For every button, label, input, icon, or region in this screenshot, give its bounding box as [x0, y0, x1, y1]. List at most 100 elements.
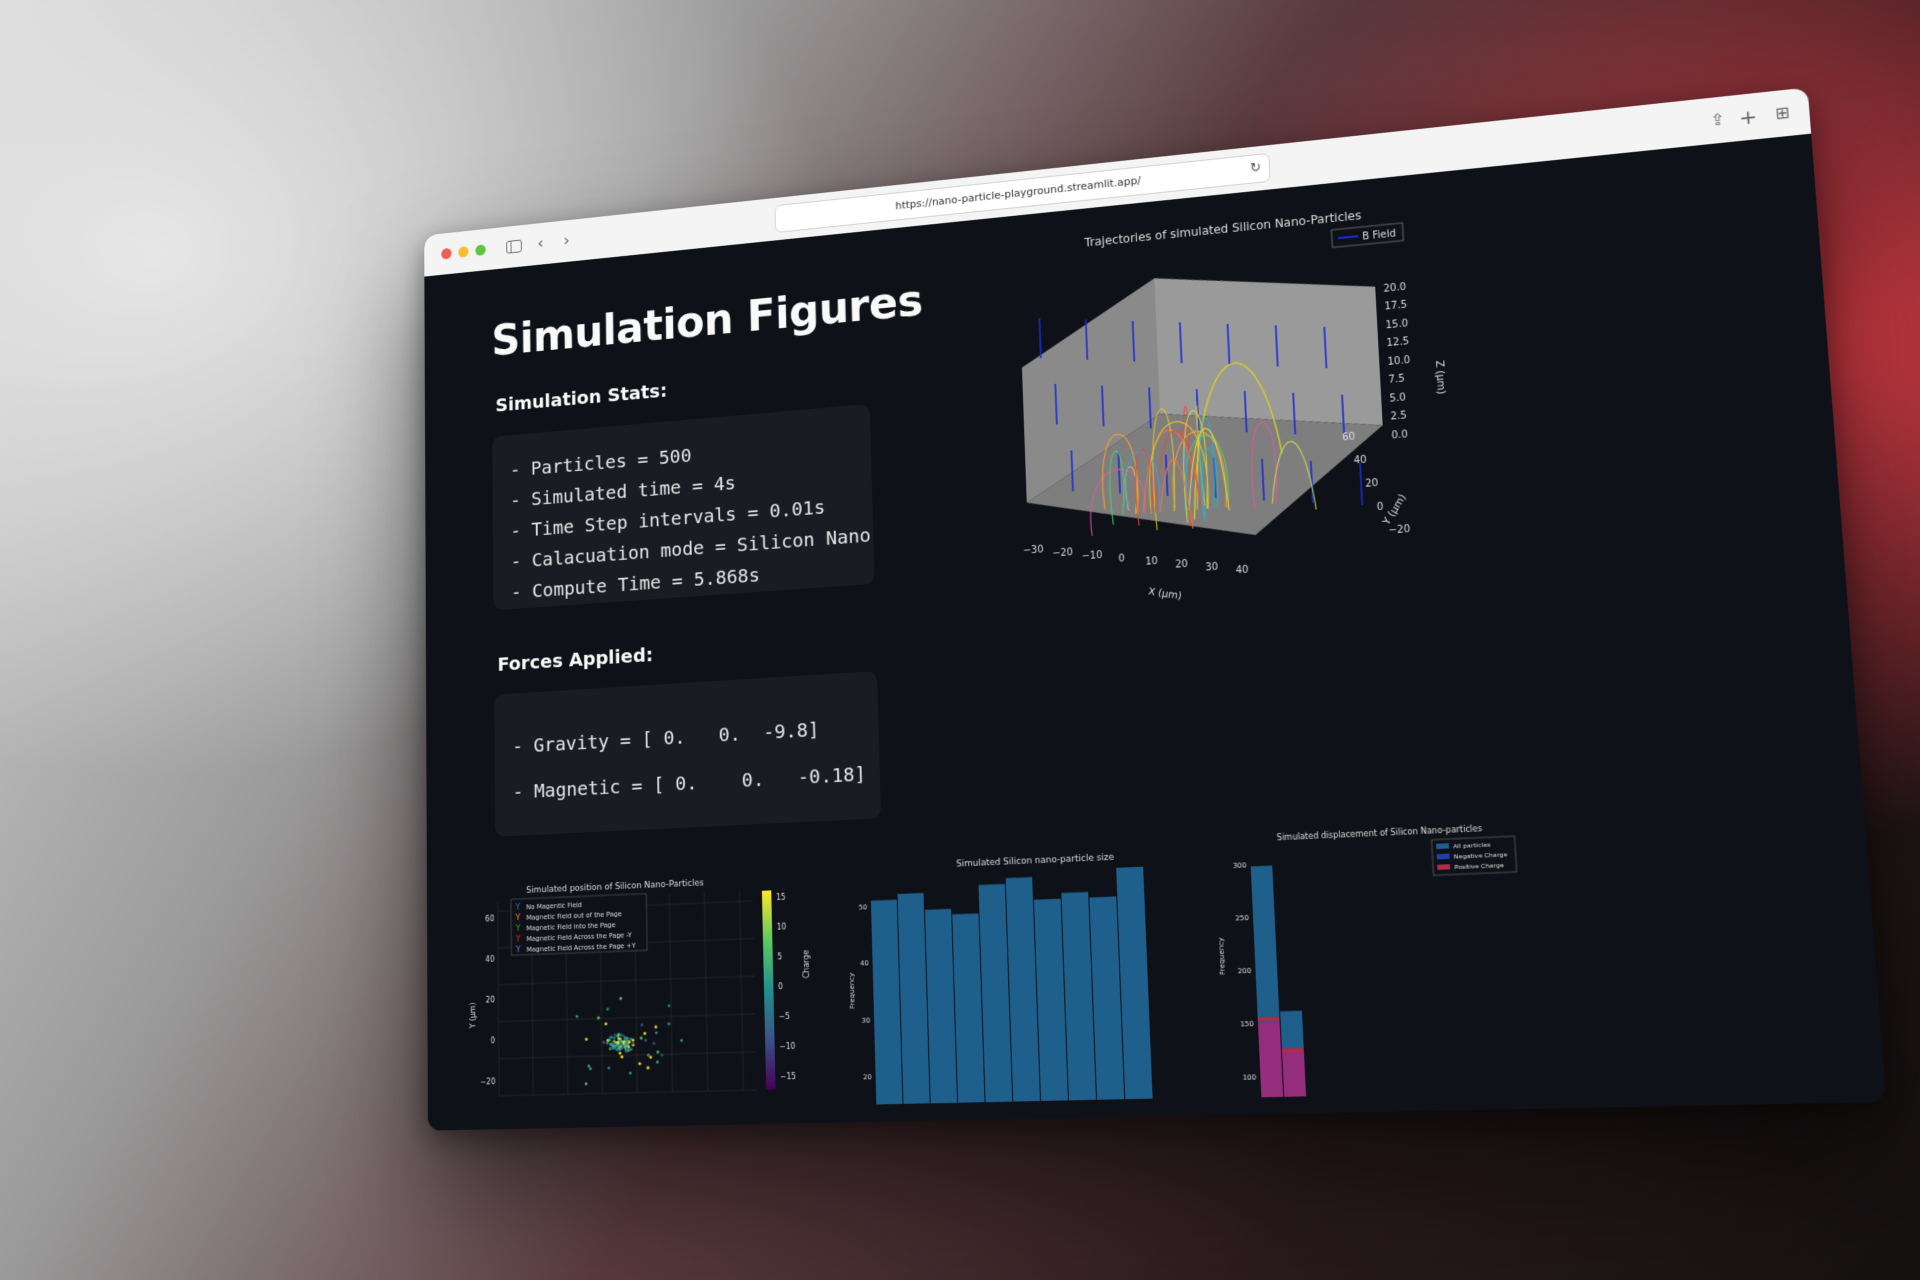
- scatter-point: [602, 1040, 606, 1044]
- displacement-y-label: Frequency: [1217, 937, 1227, 975]
- scatter-point: [655, 1060, 659, 1064]
- scatter-point: [643, 1031, 647, 1036]
- svg-text:Y: Y: [515, 913, 521, 923]
- sidebar-toggle-icon[interactable]: [506, 239, 522, 254]
- x-tick-label: −30: [1023, 544, 1044, 556]
- position-points: [575, 996, 684, 1086]
- z-tick-label: 0.0: [1391, 429, 1408, 442]
- y-tick-label: 50: [859, 903, 868, 911]
- close-window-button[interactable]: [441, 247, 452, 260]
- scatter-point: [644, 1038, 648, 1042]
- y-tick-label: 20: [1365, 478, 1379, 490]
- size-bar: [870, 899, 903, 1105]
- tab-overview-icon[interactable]: ⊞: [1774, 100, 1791, 128]
- maximize-window-button[interactable]: [475, 244, 486, 257]
- y-tick-label: 150: [1240, 1019, 1254, 1028]
- x-axis-label: X (μm): [1147, 586, 1182, 602]
- y-tick-label: 300: [1233, 861, 1247, 870]
- z-tick-label: 2.5: [1390, 411, 1407, 424]
- y-tick-label: 30: [862, 1016, 871, 1024]
- z-tick-label: 7.5: [1388, 374, 1405, 387]
- displacement-figure: Simulated displacement of Silicon Nano-p…: [1208, 817, 1537, 1100]
- colorbar-tick-label: −15: [780, 1072, 796, 1082]
- colorbar-ticks: 15 10 5 0 −5 −10 −15: [776, 893, 796, 1082]
- size-bar: [952, 913, 985, 1103]
- scatter-point: [604, 1022, 608, 1026]
- positive-charge-bar: [1257, 1022, 1284, 1098]
- displacement-bars: [1250, 865, 1307, 1098]
- colorbar-tick-label: −10: [779, 1042, 795, 1052]
- y-tick-label: 40: [485, 955, 494, 964]
- x-tick-label: 30: [1205, 562, 1218, 574]
- b-field-arrow: [1360, 463, 1362, 505]
- scatter-point: [584, 1037, 588, 1041]
- colorbar-tick-label: 5: [777, 952, 782, 961]
- share-icon[interactable]: ⇪: [1709, 106, 1726, 133]
- position-y-ticks: 60 40 20 0 −20: [480, 914, 495, 1086]
- displacement-legend: All particles Negative Charge Positive C…: [1432, 836, 1517, 875]
- y-tick-label: 60: [485, 914, 494, 923]
- size-bar: [924, 908, 958, 1104]
- grid-line: [498, 976, 754, 985]
- positive-charge-bar: [1281, 1048, 1307, 1097]
- z-axis-label: Z (μm): [1433, 360, 1447, 395]
- position-y-label: Y (μm): [469, 1002, 477, 1029]
- scatter-point: [654, 1031, 658, 1035]
- scatter-point: [618, 1051, 622, 1055]
- z-tick-label: 20.0: [1383, 282, 1406, 295]
- forward-icon[interactable]: ›: [563, 229, 570, 253]
- scatter-point: [654, 1025, 658, 1029]
- grid-line: [499, 1014, 756, 1022]
- back-icon[interactable]: ‹: [537, 232, 543, 256]
- svg-text:Y: Y: [515, 945, 521, 955]
- browser-window: ‹ › https://nano-particle-playground.str…: [424, 87, 1887, 1131]
- y-tick-label: 250: [1235, 914, 1249, 923]
- negative-charge-bar: [1281, 1048, 1304, 1053]
- colorbar-tick-label: 10: [777, 922, 787, 931]
- new-tab-icon[interactable]: +: [1738, 103, 1758, 131]
- x-axis-ticks: −30 −20 −10 0 10 20 30 40: [1023, 544, 1249, 576]
- z-tick-label: 12.5: [1386, 337, 1409, 350]
- x-tick-label: −20: [1052, 547, 1073, 559]
- x-tick-label: 10: [1145, 556, 1158, 568]
- scatter-point: [612, 1036, 616, 1040]
- position-title: Simulated position of Silicon Nano-Parti…: [526, 878, 704, 895]
- y-tick-label: 20: [863, 1073, 872, 1081]
- grid-line: [498, 902, 500, 1096]
- reload-icon[interactable]: ↻: [1250, 155, 1262, 183]
- position-legend: No Magentic Field Magnetic Field out of …: [511, 894, 647, 956]
- size-title: Simulated Silicon nano-particle size: [956, 853, 1114, 870]
- scatter-point: [652, 1041, 656, 1045]
- z-tick-label: 5.0: [1389, 392, 1406, 405]
- z-axis-ticks: 20.0 17.5 15.0 12.5 10.0 7.5 5.0 2.5 0.0: [1383, 282, 1410, 442]
- scatter-point: [656, 1050, 660, 1054]
- svg-text:Y: Y: [515, 903, 521, 913]
- scatter-point: [575, 1014, 579, 1019]
- scatter-point: [679, 1038, 684, 1043]
- scatter-point: [646, 1066, 650, 1070]
- grid-line: [704, 893, 708, 1091]
- z-tick-label: 10.0: [1387, 355, 1410, 368]
- minimize-window-button[interactable]: [458, 246, 469, 258]
- scatter-point: [638, 1062, 642, 1066]
- y-axis-label: Y (μm): [1380, 493, 1409, 528]
- scatter-point: [587, 1064, 591, 1068]
- grid-line: [499, 1090, 757, 1096]
- x-tick-label: −10: [1082, 550, 1103, 562]
- z-tick-label: 17.5: [1384, 300, 1407, 313]
- x-tick-label: 0: [1118, 553, 1125, 564]
- scatter-point: [619, 996, 623, 1001]
- scatter-point: [667, 1004, 671, 1008]
- scatter-point: [646, 1053, 650, 1057]
- grid-line: [740, 892, 744, 1091]
- colorbar-tick-label: 0: [778, 982, 783, 991]
- scatter-point: [640, 1023, 644, 1027]
- scatter-point: [606, 1007, 610, 1011]
- scatter-point: [607, 1066, 611, 1070]
- scatter-point: [660, 1053, 664, 1057]
- size-histogram-figure: Simulated Silicon nano-particle size 50 4…: [841, 844, 1205, 1110]
- b-field-arrow: [1039, 318, 1040, 358]
- scatter-point: [596, 1016, 600, 1020]
- forces-code-block: - Gravity = [ 0. 0. -9.8] - Magnetic = […: [494, 670, 882, 837]
- y-tick-label: −20: [480, 1077, 495, 1086]
